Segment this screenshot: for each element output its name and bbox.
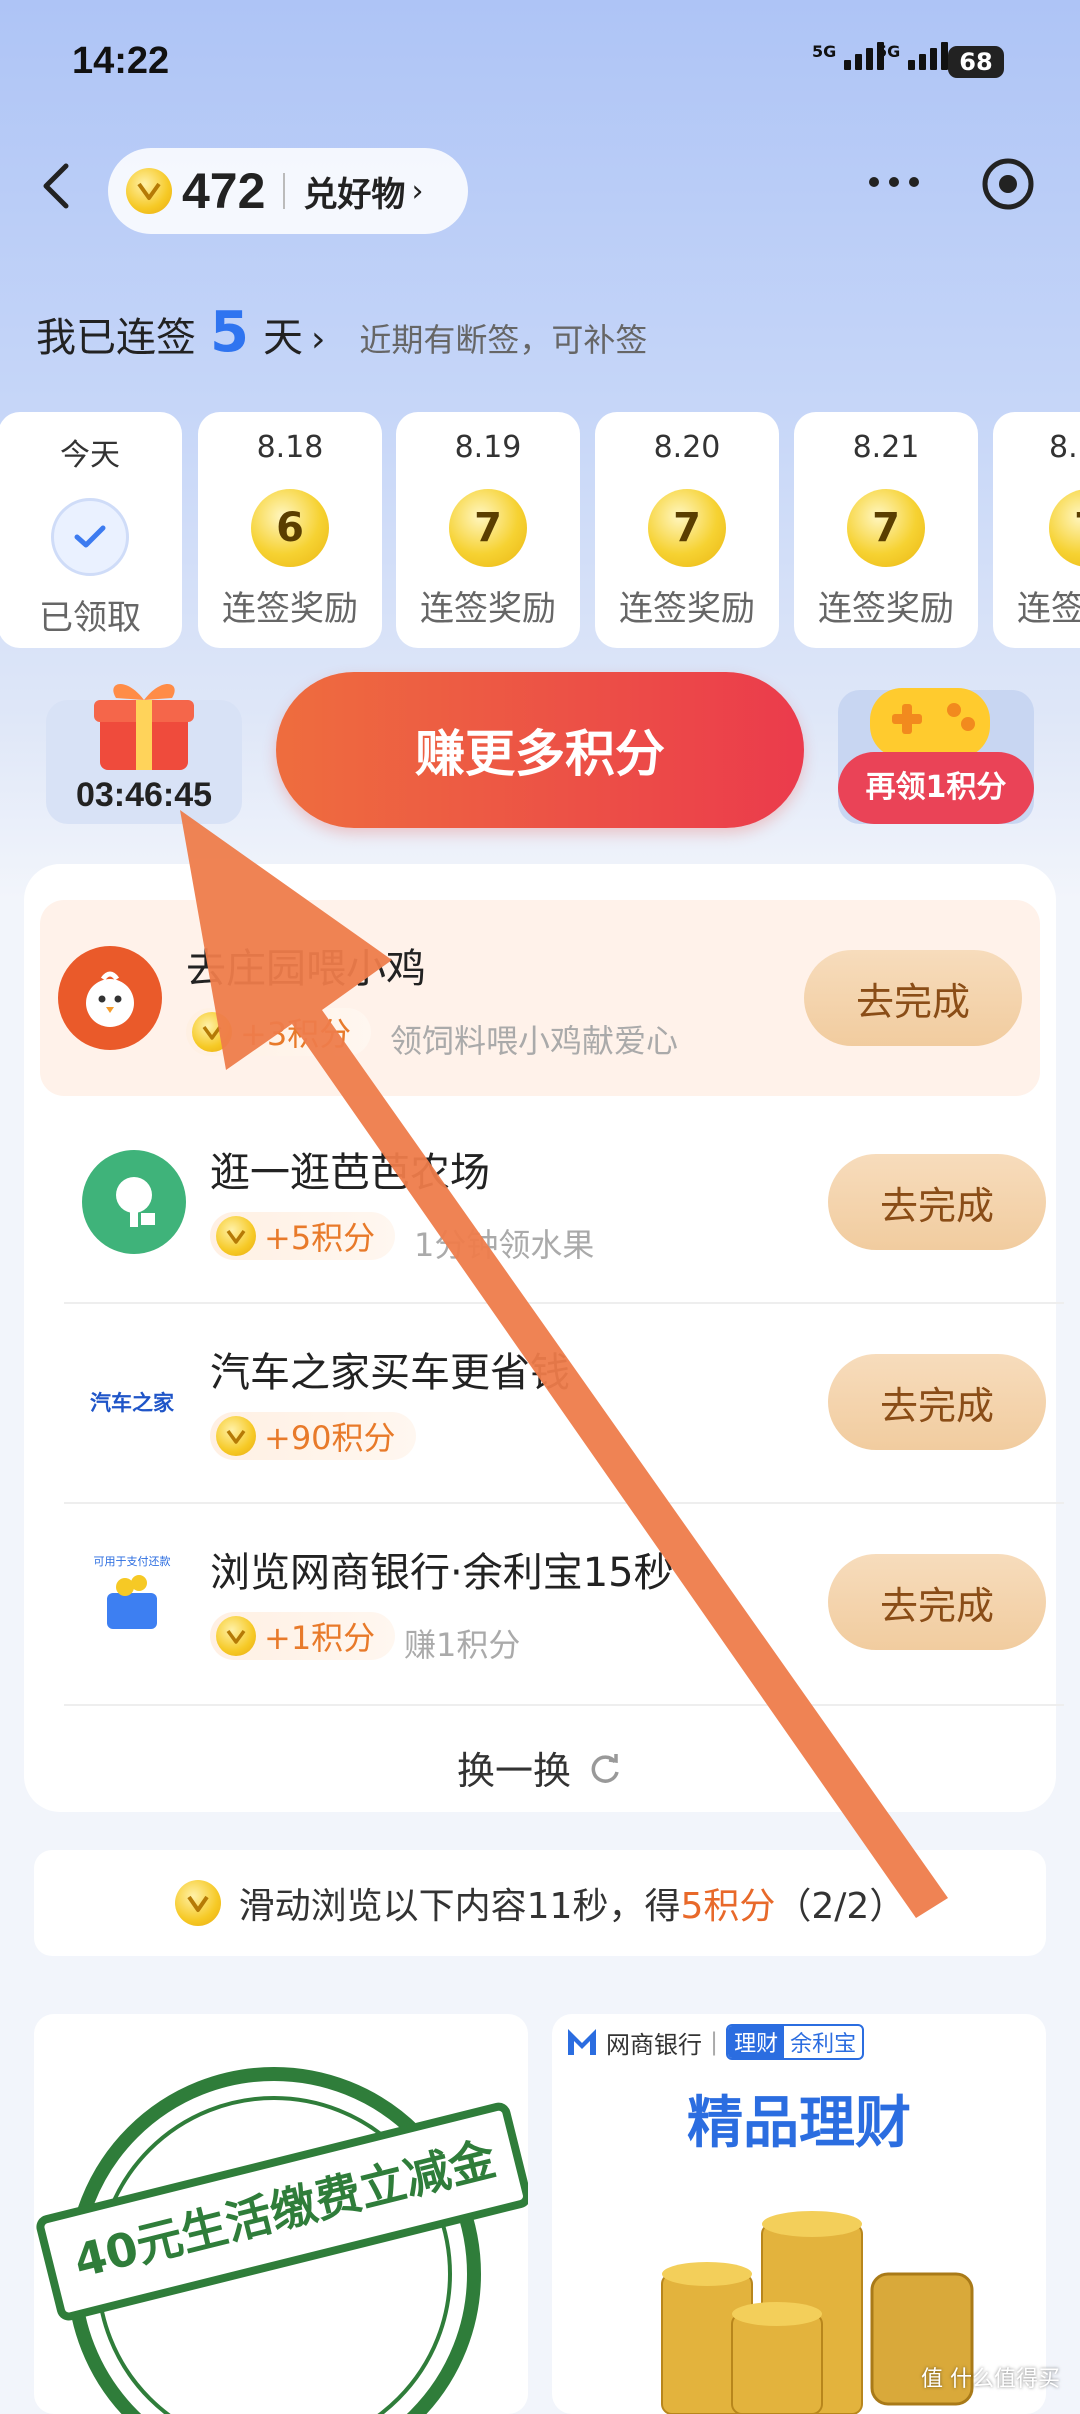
streak-suffix: 天 — [262, 315, 303, 361]
coin-icon — [216, 1216, 256, 1256]
day-label: 连签 — [1017, 589, 1080, 629]
bank-header: 网商银行 | 理财 余利宝 — [566, 2024, 865, 2060]
day-card[interactable]: 8.18 6 连签奖励 — [198, 412, 382, 648]
check-icon — [51, 498, 129, 576]
task-go-button[interactable]: 去完成 — [804, 950, 1022, 1046]
chevron-right-icon: › — [310, 319, 326, 360]
day-date: 8.18 — [256, 430, 324, 465]
streak-prefix: 我已连签 — [36, 315, 196, 361]
task-reward: +1积分 — [210, 1612, 396, 1660]
wallet-icon: 可用于支付还款 — [82, 1544, 182, 1648]
day-label: 连签奖励 — [222, 589, 358, 629]
task-desc: 领饲料喂小鸡献爱心 — [390, 1022, 679, 1060]
day-date: 8.19 — [454, 430, 522, 465]
task-reward-value: +1积分 — [264, 1619, 376, 1657]
task-row-farm[interactable]: 逛一逛芭芭农场 +5积分 1分钟领水果 去完成 — [64, 1104, 1064, 1300]
chevron-right-icon: › — [411, 173, 424, 209]
scroll-task-text: 滑动浏览以下内容11秒，得 — [238, 1886, 681, 1927]
task-reward-value: +5积分 — [264, 1219, 376, 1257]
task-panel: 去庄园喂小鸡 +3积分 领饲料喂小鸡献爱心 去完成 逛一逛芭芭农场 +5积分 1… — [24, 864, 1064, 1812]
battery-indicator: 68 — [948, 46, 1004, 78]
day-label: 连签奖励 — [818, 589, 954, 629]
status-time: 14:22 — [72, 40, 170, 82]
streak-days: 5 — [210, 300, 249, 365]
reward-coin-icon: 7 — [449, 489, 527, 567]
day-label: 连签奖励 — [420, 589, 556, 629]
day-label: 已领取 — [39, 598, 141, 638]
claim-again-badge[interactable]: 再领1积分 — [838, 752, 1034, 824]
bank-tag: 理财 余利宝 — [726, 2024, 865, 2060]
task-go-button[interactable]: 去完成 — [828, 1154, 1046, 1250]
scroll-task-reward: 5积分 — [680, 1886, 776, 1927]
task-go-button[interactable]: 去完成 — [828, 1354, 1046, 1450]
day-card-today[interactable]: 今天 已领取 — [0, 412, 182, 648]
divider — [64, 1704, 1064, 1706]
bank-logo-icon — [568, 2029, 596, 2055]
refresh-button[interactable]: 换一换 — [24, 1740, 1056, 1795]
reward-coin-icon: 6 — [251, 489, 329, 567]
coin-icon — [216, 1416, 256, 1456]
streak-note: 近期有断签，可补签 — [359, 321, 648, 359]
reward-coin-icon: 7 — [847, 489, 925, 567]
task-reward: +90积分 — [210, 1412, 416, 1460]
task-title: 浏览网商银行·余利宝15秒 — [210, 1550, 674, 1596]
scroll-browse-task: 滑动浏览以下内容11秒，得 5积分 （2/2） — [34, 1850, 1046, 1956]
day-date: 今天 — [60, 438, 120, 473]
watermark: 值 什么值得买 — [921, 2367, 1060, 2392]
scroll-task-progress: （2/2） — [775, 1886, 906, 1927]
reward-coin-icon: 7 — [1049, 489, 1080, 567]
refresh-label: 换一换 — [456, 1749, 571, 1793]
task-reward: +3积分 — [186, 1008, 372, 1056]
day-date: 8.21 — [852, 430, 920, 465]
more-icon[interactable] — [864, 160, 924, 204]
task-reward-value: +3积分 — [240, 1015, 352, 1053]
gift-icon — [86, 672, 202, 772]
autohome-logo: 汽车之家 — [90, 1391, 174, 1415]
task-row-chicken[interactable]: 去庄园喂小鸡 +3积分 领饲料喂小鸡献爱心 去完成 — [40, 900, 1040, 1096]
coin-icon — [174, 1880, 221, 1926]
finance-title: 精品理财 — [687, 2091, 911, 2156]
task-desc: 1分钟领水果 — [414, 1226, 595, 1264]
promo-card-finance[interactable]: 网商银行 | 理财 余利宝 精品理财 — [552, 2014, 1046, 2414]
earn-more-button[interactable]: 赚更多积分 — [276, 672, 804, 828]
day-card-partial[interactable]: 8. 7 连签 — [993, 412, 1080, 648]
tree-icon — [82, 1150, 186, 1254]
signal-icon-2: 5G — [876, 42, 949, 70]
coin-icon — [216, 1616, 256, 1656]
task-desc: 赚1积分 — [404, 1626, 521, 1664]
gift-countdown: 03:46:45 — [75, 776, 213, 814]
task-title: 逛一逛芭芭农场 — [210, 1150, 490, 1196]
task-go-button[interactable]: 去完成 — [828, 1554, 1046, 1650]
task-reward-value: +90积分 — [264, 1419, 396, 1457]
day-date: 8.20 — [653, 430, 721, 465]
pill-divider — [283, 173, 286, 209]
bank-name: 网商银行 — [606, 2030, 702, 2059]
task-reward: +5积分 — [210, 1212, 396, 1260]
day-date: 8. — [1049, 430, 1078, 465]
task-title: 汽车之家买车更省钱 — [210, 1350, 570, 1396]
chicken-icon — [58, 946, 162, 1050]
reward-coin-icon: 7 — [648, 489, 726, 567]
target-icon[interactable] — [980, 156, 1036, 212]
refresh-icon — [591, 1753, 619, 1783]
task-row-car[interactable]: 汽车之家 汽车之家买车更省钱 +90积分 去完成 — [64, 1304, 1064, 1500]
task-row-bank[interactable]: 可用于支付还款 浏览网商银行·余利宝15秒 +1积分 赚1积分 去完成 — [64, 1504, 1064, 1700]
day-card[interactable]: 8.19 7 连签奖励 — [396, 412, 580, 648]
signal-icon-1: 5G — [812, 42, 885, 70]
back-icon[interactable] — [28, 156, 88, 216]
points-value: 472 — [182, 163, 266, 219]
day-card[interactable]: 8.20 7 连签奖励 — [595, 412, 779, 648]
day-card[interactable]: 8.21 7 连签奖励 — [794, 412, 978, 648]
exchange-link[interactable]: 兑好物 — [303, 167, 405, 216]
streak-summary[interactable]: 我已连签 5 天 › 近期有断签，可补签 — [36, 300, 647, 365]
task-title: 去庄园喂小鸡 — [186, 946, 426, 992]
coin-icon — [192, 1012, 232, 1052]
points-pill[interactable]: 472 兑好物 › — [108, 148, 468, 234]
day-label: 连签奖励 — [619, 589, 755, 629]
promo-card-bill[interactable]: 40元生活缴费立减金 — [34, 2014, 528, 2414]
coin-icon — [126, 168, 172, 214]
